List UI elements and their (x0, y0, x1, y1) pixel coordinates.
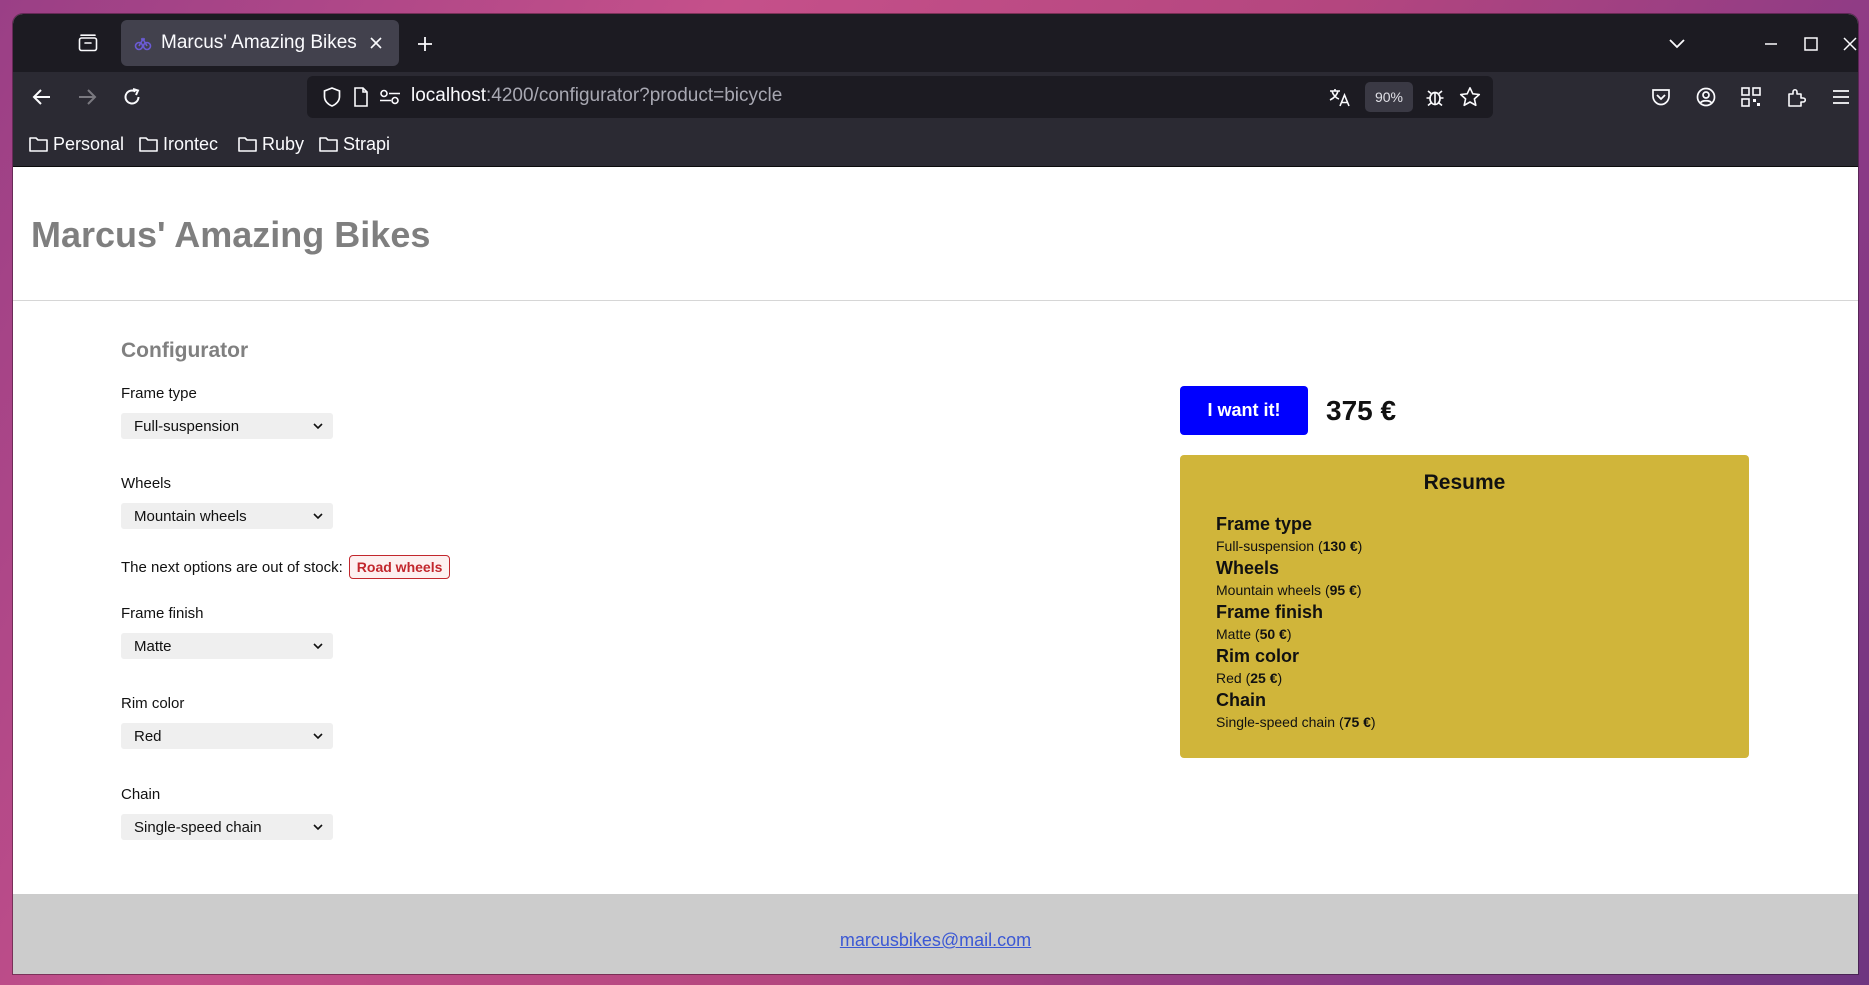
reload-icon[interactable] (118, 83, 146, 111)
chevron-down-icon (313, 732, 323, 739)
url-bar[interactable]: localhost:4200/configurator?product=bicy… (307, 76, 1493, 118)
resume-panel: Resume Frame type Full-suspension (130 €… (1180, 455, 1749, 758)
qr-code-icon[interactable] (1737, 83, 1765, 111)
back-icon[interactable] (28, 83, 56, 111)
resume-item-value: Matte (1216, 626, 1252, 642)
resume-item-value: Single-speed chain (1216, 714, 1336, 730)
resume-item-detail: Full-suspension (130 €) (1216, 538, 1363, 554)
bookmark-folder-personal[interactable]: Personal (29, 131, 124, 157)
resume-item-price: 75 € (1343, 714, 1371, 730)
resume-item-name: Rim color (1216, 646, 1300, 666)
out-of-stock-badge: Road wheels (348, 555, 451, 579)
chevron-down-icon (313, 642, 323, 649)
resume-item-name: Frame type (1216, 514, 1313, 534)
select-value: Matte (134, 637, 172, 655)
zoom-level-badge[interactable]: 90% (1365, 82, 1413, 112)
pocket-icon[interactable] (1647, 83, 1675, 111)
chain-select[interactable]: Single-speed chain (121, 814, 333, 840)
resume-item-value: Mountain wheels (1216, 582, 1322, 598)
resume-item-price: 25 € (1250, 670, 1278, 686)
resume-item-value: Full-suspension (1216, 538, 1315, 554)
minimize-icon[interactable] (1757, 30, 1785, 58)
permissions-icon[interactable] (379, 86, 401, 108)
browser-window: Marcus' Amazing Bikes localhost:4200/con… (13, 14, 1858, 974)
total-price: 375 € (1326, 395, 1397, 426)
folder-icon (29, 137, 48, 152)
url-path: :4200/configurator?product=bicycle (486, 85, 783, 106)
resume-item-detail: Matte (50 €) (1216, 626, 1292, 642)
tab-active[interactable]: Marcus' Amazing Bikes (121, 20, 399, 66)
bookmark-folder-ruby[interactable]: Ruby (238, 131, 304, 157)
navigation-bar: localhost:4200/configurator?product=bicy… (13, 72, 1858, 122)
wheels-label: Wheels (121, 475, 172, 492)
chevron-down-icon (313, 512, 323, 519)
out-of-stock-text: The next options are out of stock: (121, 558, 343, 576)
resume-item-price: 130 € (1322, 538, 1358, 554)
i-want-it-button[interactable]: I want it! (1180, 386, 1308, 435)
page-info-icon[interactable] (350, 86, 372, 108)
resume-title: Resume (1423, 471, 1506, 494)
translate-icon[interactable] (1329, 86, 1351, 108)
new-tab-icon[interactable] (411, 30, 439, 58)
resume-item-name: Frame finish (1216, 602, 1324, 622)
close-tab-icon[interactable] (365, 32, 387, 54)
bookmarks-toolbar: Personal Irontec Ruby Strapi (13, 122, 1858, 167)
frame-type-select[interactable]: Full-suspension (121, 413, 333, 439)
bookmark-label: Personal (53, 133, 125, 154)
bookmark-folder-strapi[interactable]: Strapi (319, 131, 390, 157)
frame-finish-select[interactable]: Matte (121, 633, 333, 659)
chevron-down-icon (313, 422, 323, 429)
site-header: Marcus' Amazing Bikes (13, 167, 1858, 301)
list-all-tabs-icon[interactable] (1663, 30, 1691, 58)
chain-label: Chain (121, 786, 161, 803)
close-window-icon[interactable] (1836, 30, 1858, 58)
resume-item-price: 50 € (1259, 626, 1287, 642)
select-value: Mountain wheels (134, 507, 247, 525)
url-text[interactable]: localhost:4200/configurator?product=bicy… (411, 85, 782, 107)
resume-item-detail: Red (25 €) (1216, 670, 1283, 686)
bookmark-label: Ruby (262, 133, 305, 154)
site-footer: marcusbikes@mail.com (13, 894, 1858, 974)
select-value: Single-speed chain (134, 818, 262, 836)
folder-icon (238, 137, 257, 152)
frame-type-label: Frame type (121, 385, 197, 402)
bookmark-folder-irontec[interactable]: Irontec (139, 131, 218, 157)
folder-icon (139, 137, 158, 152)
frame-finish-label: Frame finish (121, 605, 204, 622)
bookmark-label: Strapi (343, 133, 391, 154)
footer-email-link[interactable]: marcusbikes@mail.com (13, 930, 1858, 951)
chevron-down-icon (313, 823, 323, 830)
select-value: Red (134, 727, 162, 745)
tab-bar: Marcus' Amazing Bikes (13, 14, 1858, 72)
resume-item-detail: Single-speed chain (75 €) (1216, 714, 1376, 730)
configurator-heading: Configurator (121, 339, 249, 362)
bike-favicon-icon (133, 33, 153, 53)
rim-color-label: Rim color (121, 695, 185, 712)
resume-item-name: Chain (1216, 690, 1267, 710)
firefox-view-icon[interactable] (75, 30, 101, 56)
url-host: localhost (411, 85, 486, 106)
tab-title: Marcus' Amazing Bikes (161, 32, 357, 53)
wheels-select[interactable]: Mountain wheels (121, 503, 333, 529)
resume-item-price: 95 € (1329, 582, 1357, 598)
resume-item-detail: Mountain wheels (95 €) (1216, 582, 1362, 598)
resume-list: Frame type Full-suspension (130 €) Wheel… (1216, 513, 1376, 733)
resume-item-value: Red (1216, 670, 1242, 686)
tracking-protection-shield-icon[interactable] (321, 86, 343, 108)
extension-bug-icon[interactable] (1424, 86, 1446, 108)
rim-color-select[interactable]: Red (121, 723, 333, 749)
select-value: Full-suspension (134, 417, 240, 435)
menu-hamburger-icon[interactable] (1827, 83, 1855, 111)
maximize-icon[interactable] (1797, 30, 1825, 58)
extensions-icon[interactable] (1782, 83, 1810, 111)
bookmark-star-icon[interactable] (1459, 86, 1481, 108)
forward-icon[interactable] (73, 83, 101, 111)
bookmark-label: Irontec (163, 133, 219, 154)
account-icon[interactable] (1692, 83, 1720, 111)
page-content: Marcus' Amazing Bikes Configurator Frame… (13, 167, 1858, 974)
out-of-stock-message: The next options are out of stock: Road … (121, 555, 451, 579)
site-title: Marcus' Amazing Bikes (31, 214, 431, 255)
folder-icon (319, 137, 338, 152)
resume-item-name: Wheels (1216, 558, 1280, 578)
